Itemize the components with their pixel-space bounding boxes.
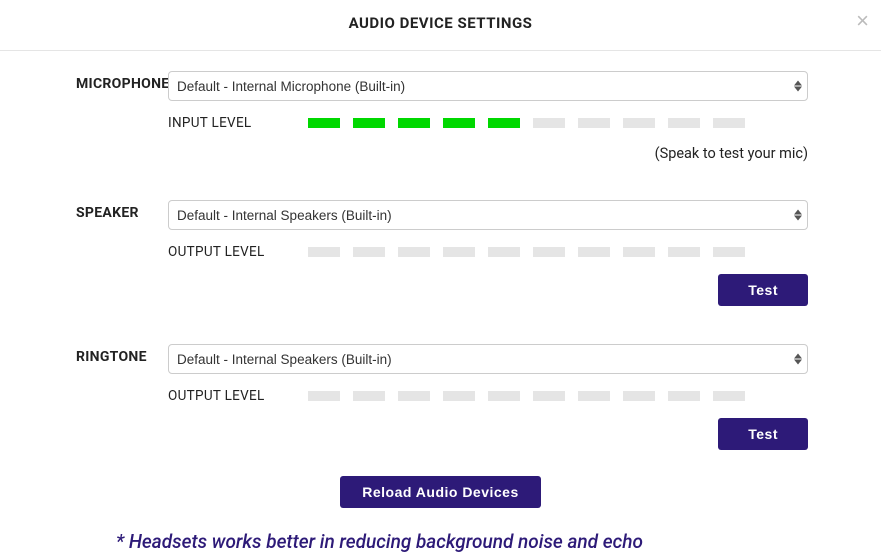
level-bar <box>398 391 430 401</box>
ringtone-select[interactable]: Default - Internal Speakers (Built-in) <box>168 344 808 374</box>
level-bar <box>713 118 745 128</box>
speaker-test-button[interactable]: Test <box>718 274 808 306</box>
speaker-level-meter <box>308 247 745 257</box>
speaker-select[interactable]: Default - Internal Speakers (Built-in) <box>168 200 808 230</box>
speaker-controls: Default - Internal Speakers (Built-in) O… <box>168 200 865 306</box>
footnote-text: * Headsets works better in reducing back… <box>16 530 865 553</box>
level-bar <box>533 391 565 401</box>
level-bar <box>713 391 745 401</box>
level-bar <box>488 391 520 401</box>
ringtone-controls: Default - Internal Speakers (Built-in) O… <box>168 344 865 450</box>
level-bar <box>578 391 610 401</box>
microphone-section: MICROPHONE Default - Internal Microphone… <box>16 71 865 162</box>
input-level-label: INPUT LEVEL <box>168 115 308 131</box>
level-bar <box>623 391 655 401</box>
reload-row: Reload Audio Devices <box>16 476 865 508</box>
level-bar <box>488 247 520 257</box>
level-bar <box>578 247 610 257</box>
ringtone-section: RINGTONE Default - Internal Speakers (Bu… <box>16 344 865 450</box>
level-bar <box>353 247 385 257</box>
dialog-content: MICROPHONE Default - Internal Microphone… <box>0 51 881 553</box>
input-level-meter <box>308 118 745 128</box>
speaker-section: SPEAKER Default - Internal Speakers (Bui… <box>16 200 865 306</box>
microphone-hint: (Speak to test your mic) <box>168 145 808 162</box>
level-bar <box>488 118 520 128</box>
speaker-level-label: OUTPUT LEVEL <box>168 244 308 260</box>
level-bar <box>353 118 385 128</box>
speaker-select-wrap: Default - Internal Speakers (Built-in) <box>168 200 808 230</box>
microphone-controls: Default - Internal Microphone (Built-in)… <box>168 71 865 162</box>
level-bar <box>308 247 340 257</box>
level-bar <box>443 118 475 128</box>
close-button[interactable]: × <box>856 10 869 32</box>
ringtone-select-wrap: Default - Internal Speakers (Built-in) <box>168 344 808 374</box>
microphone-label: MICROPHONE <box>16 71 168 92</box>
level-bar <box>533 118 565 128</box>
ringtone-test-row: Test <box>168 418 808 450</box>
input-level-row: INPUT LEVEL <box>168 115 808 131</box>
ringtone-level-meter <box>308 391 745 401</box>
level-bar <box>398 118 430 128</box>
dialog-header: AUDIO DEVICE SETTINGS × <box>0 0 881 51</box>
level-bar <box>443 391 475 401</box>
level-bar <box>578 118 610 128</box>
speaker-level-row: OUTPUT LEVEL <box>168 244 808 260</box>
level-bar <box>308 118 340 128</box>
speaker-label: SPEAKER <box>16 200 168 221</box>
dialog-title: AUDIO DEVICE SETTINGS <box>0 14 881 32</box>
level-bar <box>668 118 700 128</box>
level-bar <box>533 247 565 257</box>
level-bar <box>623 247 655 257</box>
ringtone-level-row: OUTPUT LEVEL <box>168 388 808 404</box>
level-bar <box>623 118 655 128</box>
level-bar <box>713 247 745 257</box>
level-bar <box>398 247 430 257</box>
reload-audio-devices-button[interactable]: Reload Audio Devices <box>340 476 541 508</box>
ringtone-label: RINGTONE <box>16 344 168 365</box>
speaker-test-row: Test <box>168 274 808 306</box>
level-bar <box>308 391 340 401</box>
microphone-select-wrap: Default - Internal Microphone (Built-in) <box>168 71 808 101</box>
close-icon: × <box>856 8 869 33</box>
ringtone-test-button[interactable]: Test <box>718 418 808 450</box>
level-bar <box>668 391 700 401</box>
level-bar <box>443 247 475 257</box>
microphone-select[interactable]: Default - Internal Microphone (Built-in) <box>168 71 808 101</box>
level-bar <box>353 391 385 401</box>
ringtone-level-label: OUTPUT LEVEL <box>168 388 308 404</box>
level-bar <box>668 247 700 257</box>
